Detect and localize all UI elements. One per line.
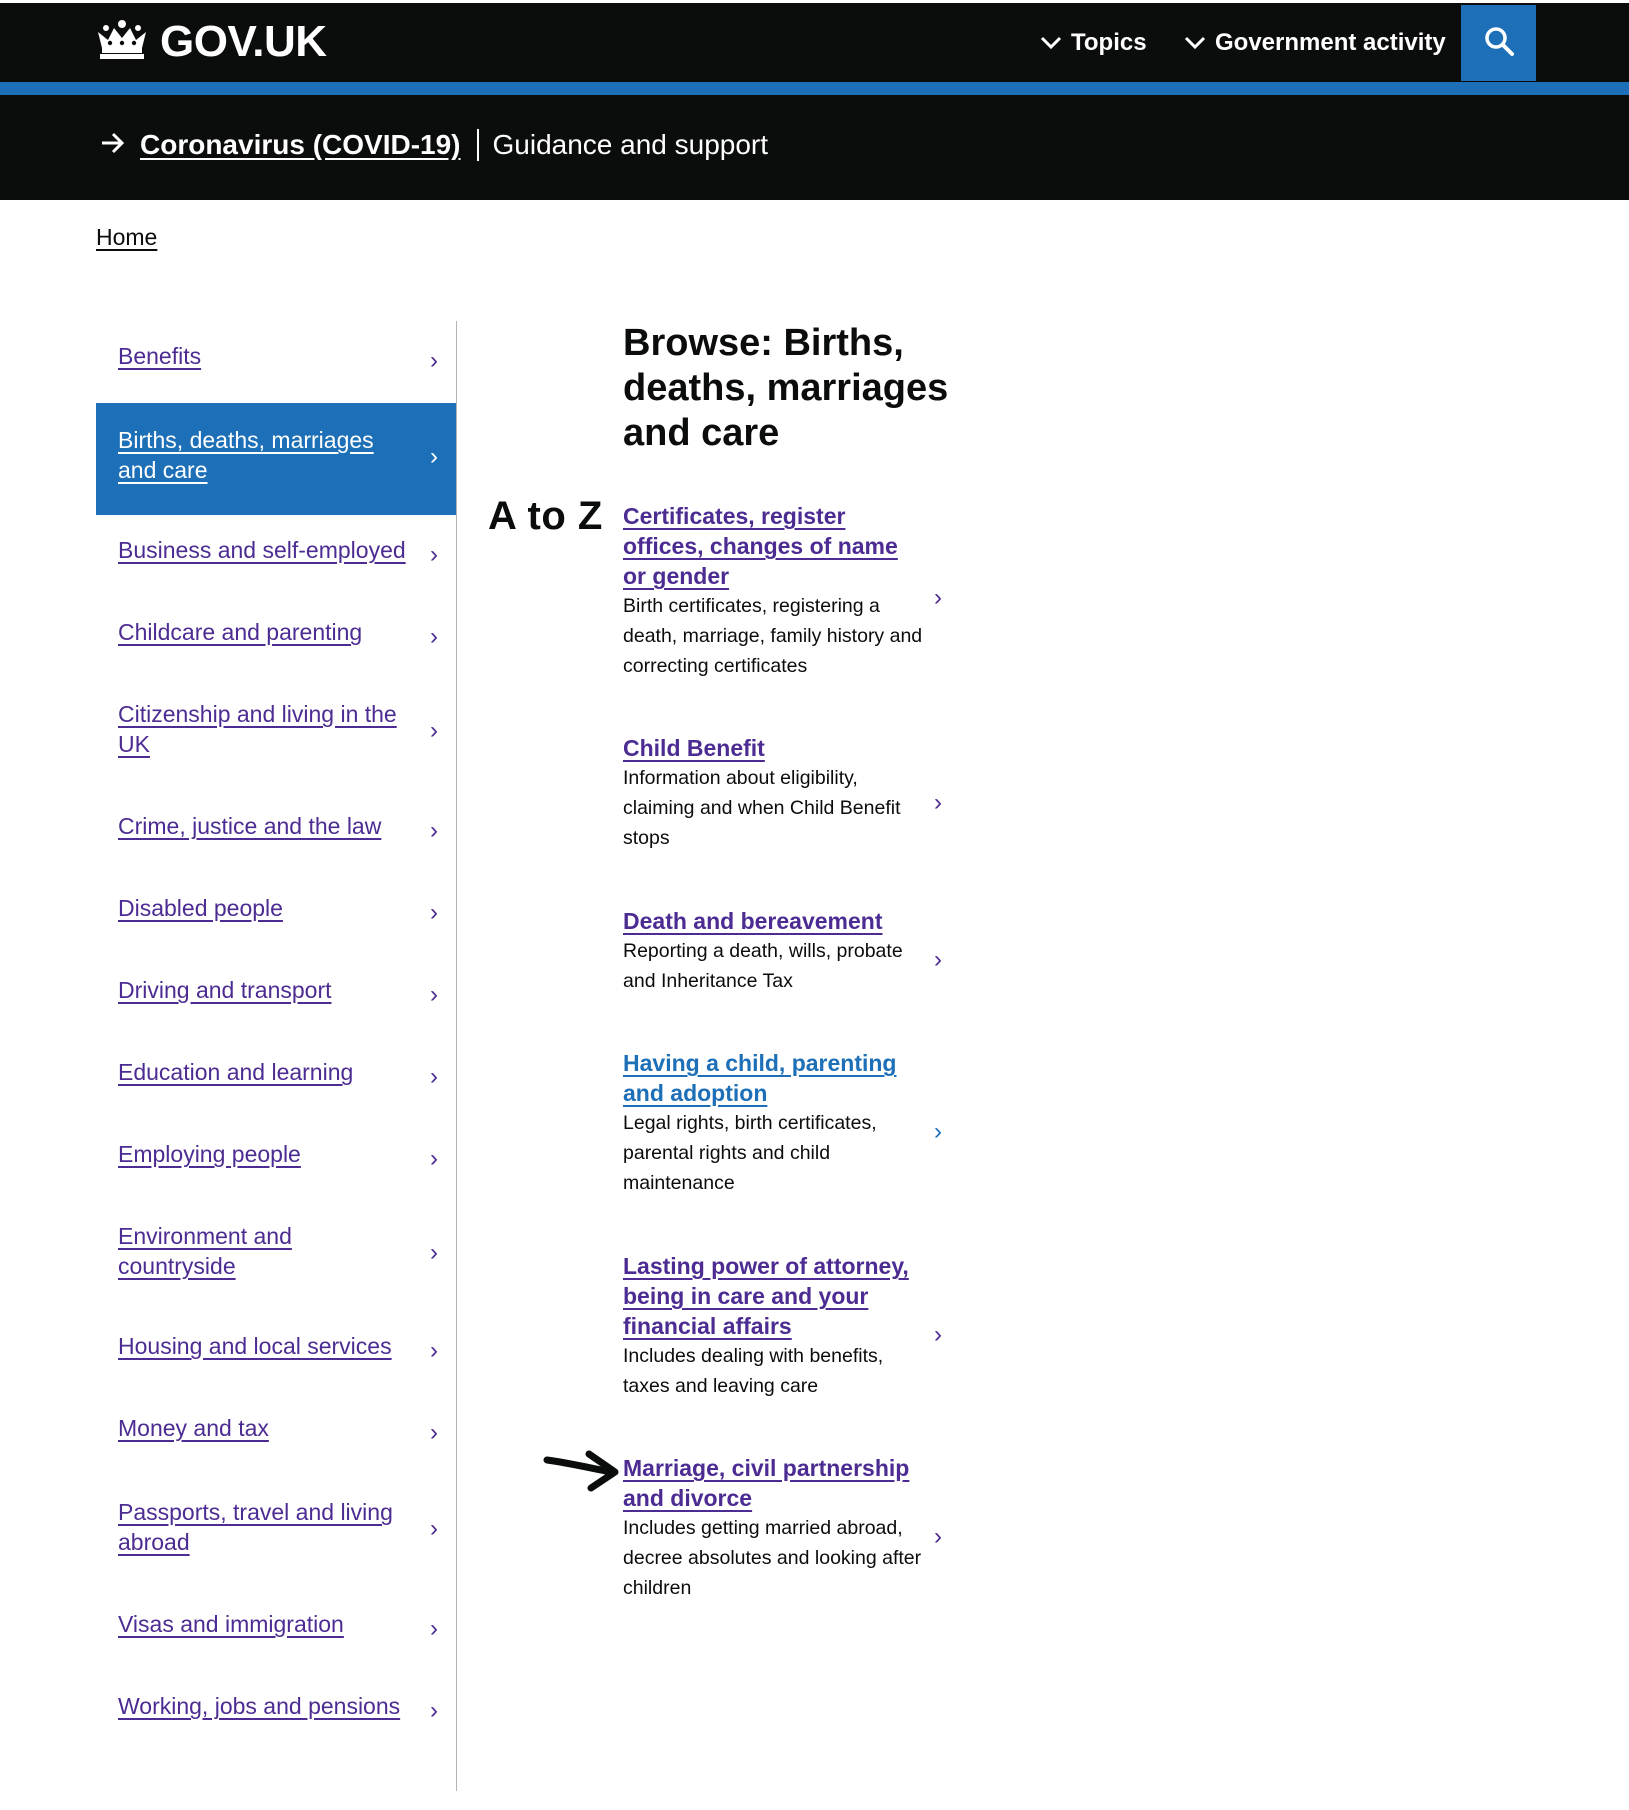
chevron-right-icon[interactable]: › <box>934 1523 942 1551</box>
sidebar-item-citizenship-and-living-in-the-uk[interactable]: Citizenship and living in the UK › <box>96 679 456 791</box>
sidebar-item-label: Environment and countryside <box>118 1223 292 1279</box>
search-button[interactable] <box>1461 5 1536 81</box>
sidebar-item-label: Working, jobs and pensions <box>118 1693 401 1719</box>
chevron-right-icon[interactable]: › <box>934 584 942 612</box>
sidebar-item-disabled-people[interactable]: Disabled people › <box>96 875 456 957</box>
topic-title-link[interactable]: Certificates, register offices, changes … <box>623 501 913 591</box>
chevron-right-icon: › <box>430 817 438 844</box>
sidebar-item-label: Passports, travel and living abroad <box>118 1499 393 1555</box>
sidebar-item-benefits[interactable]: Benefits › <box>96 321 456 403</box>
chevron-right-icon: › <box>430 717 438 744</box>
nav-government-activity-label: Government activity <box>1215 29 1446 56</box>
chevron-right-icon: › <box>430 443 438 470</box>
sidebar-item-housing-and-local-services[interactable]: Housing and local services › <box>96 1315 456 1397</box>
chevron-right-icon: › <box>430 1697 438 1724</box>
nav-topics[interactable]: Topics <box>1040 29 1147 57</box>
topic-title-link[interactable]: Marriage, civil partnership and divorce <box>623 1453 913 1513</box>
topic-marriage-civil-partnership-and-divorce: Marriage, civil partnership and divorce … <box>623 1453 963 1603</box>
topic-title-link[interactable]: Child Benefit <box>623 733 913 763</box>
sidebar-item-label: Business and self-employed <box>118 537 406 563</box>
sidebar-item-money-and-tax[interactable]: Money and tax › <box>96 1397 456 1481</box>
covid-separator <box>476 129 479 161</box>
site-header: GOV.UK Topics Government activity <box>0 0 1629 96</box>
annotation-arrow-icon <box>543 1448 621 1497</box>
topic-title-link[interactable]: Death and bereavement <box>623 906 913 936</box>
topic-death-and-bereavement: Death and bereavement Reporting a death,… <box>623 906 963 996</box>
govuk-logo-link[interactable]: GOV.UK <box>94 17 327 67</box>
topic-description: Legal rights, birth certificates, parent… <box>623 1112 877 1194</box>
chevron-right-icon: › <box>430 1145 438 1172</box>
chevron-right-icon: › <box>430 1239 438 1266</box>
chevron-right-icon: › <box>430 1337 438 1364</box>
sidebar-item-label: Money and tax <box>118 1415 269 1441</box>
chevron-right-icon: › <box>430 623 438 650</box>
topic-description: Includes dealing with benefits, taxes an… <box>623 1345 884 1397</box>
chevron-right-icon: › <box>430 899 438 926</box>
topic-description: Reporting a death, wills, probate and In… <box>623 940 903 992</box>
sidebar-item-births-deaths-marriages-and-care[interactable]: Births, deaths, marriages and care › <box>96 403 456 515</box>
chevron-right-icon: › <box>430 541 438 568</box>
header-accent-bar <box>0 82 1629 96</box>
chevron-right-icon: › <box>430 1515 438 1542</box>
topic-child-benefit: Child Benefit Information about eligibil… <box>623 733 963 853</box>
sidebar-item-driving-and-transport[interactable]: Driving and transport › <box>96 957 456 1039</box>
sidebar-item-label: Births, deaths, marriages and care <box>118 427 374 483</box>
topic-description: Birth certificates, registering a death,… <box>623 595 923 677</box>
nav-topics-label: Topics <box>1071 29 1147 56</box>
topic-title-link[interactable]: Having a child, parenting and adoption <box>623 1048 913 1108</box>
arrow-right-icon <box>100 129 126 161</box>
topic-title-link[interactable]: Lasting power of attorney, being in care… <box>623 1251 913 1341</box>
chevron-right-icon: › <box>430 1419 438 1446</box>
sidebar-item-label: Childcare and parenting <box>118 619 363 645</box>
nav-government-activity[interactable]: Government activity <box>1184 29 1446 57</box>
topic-description: Information about eligibility, claiming … <box>623 767 901 849</box>
chevron-right-icon: › <box>430 981 438 1008</box>
crown-icon <box>94 18 150 67</box>
chevron-right-icon: › <box>430 1615 438 1642</box>
chevron-right-icon: › <box>430 347 438 374</box>
sidebar-item-working-jobs-and-pensions[interactable]: Working, jobs and pensions › <box>96 1675 456 1757</box>
chevron-right-icon[interactable]: › <box>934 1118 942 1146</box>
sidebar-item-childcare-and-parenting[interactable]: Childcare and parenting › <box>96 597 456 679</box>
covid-subtext: Guidance and support <box>492 129 769 160</box>
sidebar-item-label: Driving and transport <box>118 977 332 1003</box>
sidebar-item-environment-and-countryside[interactable]: Environment and countryside › <box>96 1203 456 1315</box>
sidebar-item-education-and-learning[interactable]: Education and learning › <box>96 1039 456 1121</box>
covid-link[interactable]: Coronavirus (COVID-19) <box>140 129 461 161</box>
topic-having-a-child: Having a child, parenting and adoption L… <box>623 1048 963 1198</box>
sidebar-item-business-and-self-employed[interactable]: Business and self-employed › <box>96 515 456 597</box>
sidebar-item-visas-and-immigration[interactable]: Visas and immigration › <box>96 1593 456 1675</box>
chevron-right-icon[interactable]: › <box>934 1321 942 1349</box>
chevron-right-icon[interactable]: › <box>934 789 942 817</box>
sidebar-divider <box>456 321 457 1791</box>
covid-banner: Coronavirus (COVID-19) Guidance and supp… <box>0 95 1629 200</box>
search-icon <box>1483 25 1515 62</box>
logo-text: GOV.UK <box>160 17 327 66</box>
atoz-label: A to Z <box>488 494 603 538</box>
sidebar-item-label: Benefits <box>118 343 202 369</box>
sidebar-item-label: Crime, justice and the law <box>118 813 382 839</box>
sidebar-item-label: Education and learning <box>118 1059 354 1085</box>
chevron-down-icon <box>1040 29 1062 57</box>
topic-lasting-power-of-attorney: Lasting power of attorney, being in care… <box>623 1251 963 1401</box>
topic-description: Includes getting married abroad, decree … <box>623 1517 922 1599</box>
chevron-right-icon[interactable]: › <box>934 946 942 974</box>
sidebar-item-passports-travel-and-living-abroad[interactable]: Passports, travel and living abroad › <box>96 1481 456 1593</box>
topic-certificates: Certificates, register offices, changes … <box>623 501 963 681</box>
page-title: Browse: Births, deaths, marriages and ca… <box>623 322 949 454</box>
sidebar-item-label: Employing people <box>118 1141 301 1167</box>
sidebar-item-label: Housing and local services <box>118 1333 392 1359</box>
chevron-down-icon <box>1184 29 1206 57</box>
sidebar-item-crime-justice-and-the-law[interactable]: Crime, justice and the law › <box>96 791 456 875</box>
sidebar-item-label: Citizenship and living in the UK <box>118 701 397 757</box>
breadcrumb-home[interactable]: Home <box>96 224 157 251</box>
sidebar-item-label: Visas and immigration <box>118 1611 344 1637</box>
sidebar-item-employing-people[interactable]: Employing people › <box>96 1121 456 1203</box>
chevron-right-icon: › <box>430 1063 438 1090</box>
sidebar-item-label: Disabled people <box>118 895 283 921</box>
